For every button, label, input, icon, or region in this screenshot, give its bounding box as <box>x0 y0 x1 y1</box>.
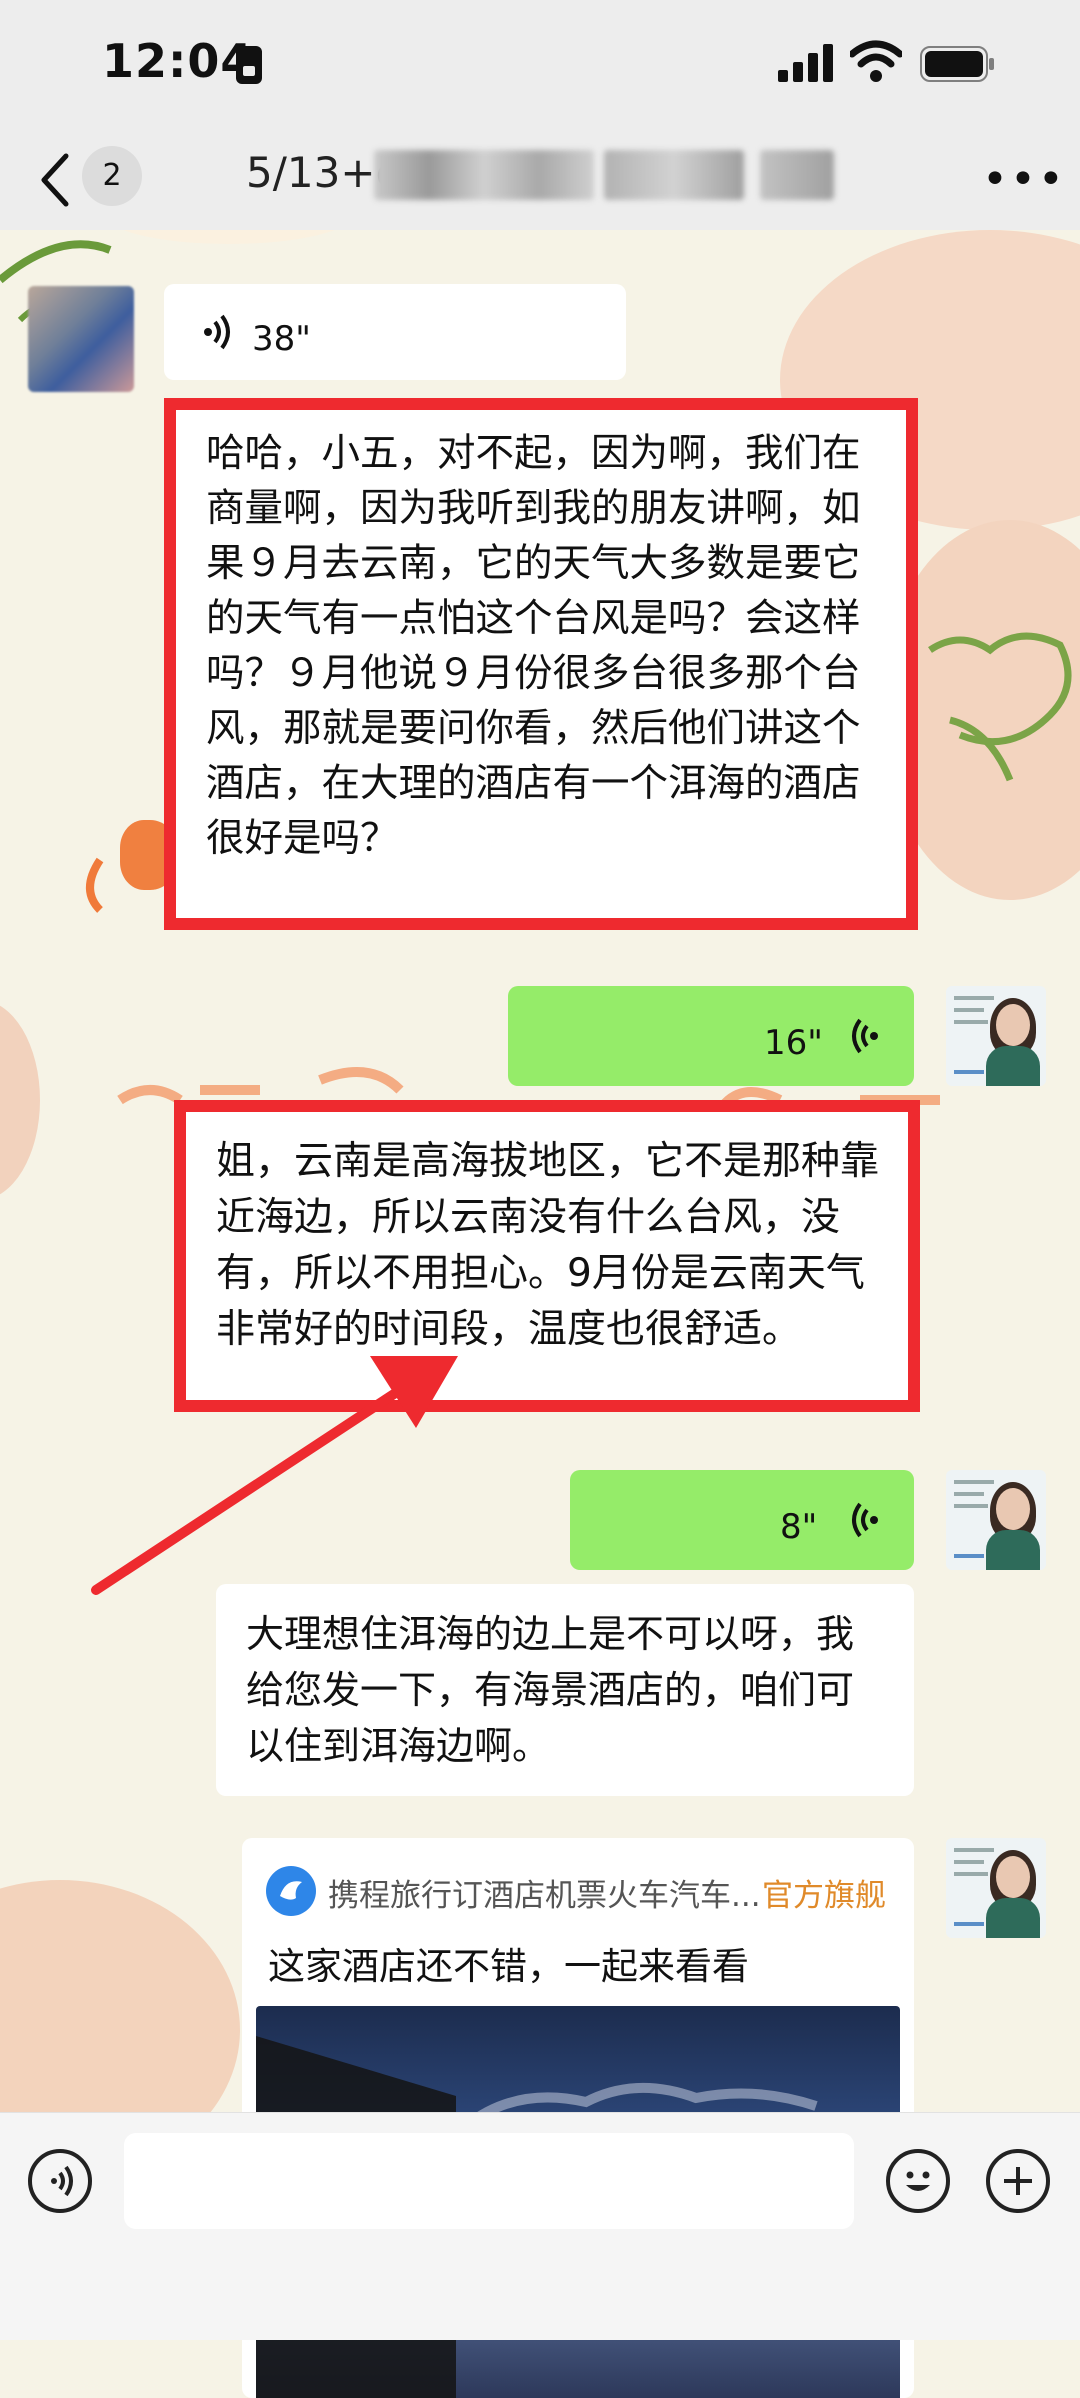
voice-duration: 8" <box>780 1507 818 1547</box>
blurred-title <box>604 150 744 200</box>
chat-header: 2 5/13+c ••• <box>0 130 1080 230</box>
status-bar: 12:04 <box>0 0 1080 130</box>
back-arrow-icon[interactable] <box>34 148 74 212</box>
voice-input-icon[interactable] <box>28 2149 92 2213</box>
contact-avatar[interactable] <box>28 286 134 392</box>
sim-card-icon <box>236 46 262 84</box>
voice-duration: 16" <box>764 1023 823 1063</box>
my-avatar[interactable] <box>946 1470 1046 1570</box>
more-options-button[interactable]: ••• <box>982 154 1064 205</box>
voice-wave-icon <box>852 1502 878 1538</box>
highlighted-incoming-message[interactable]: 哈哈，小五，对不起，因为啊，我们在商量啊，因为我听到我的朋友讲啊，如果９月去云南… <box>164 398 918 930</box>
card-source: 携程旅行订酒店机票火车汽车... <box>328 1878 761 1914</box>
blurred-title <box>760 150 834 200</box>
wifi-icon <box>850 40 902 82</box>
voice-transcription-text[interactable]: 大理想住洱海的边上是不可以呀，我给您发一下，有海景酒店的，咱们可以住到洱海边啊。 <box>216 1584 914 1796</box>
my-avatar[interactable] <box>946 1838 1046 1938</box>
card-title: 这家酒店还不错，一起来看看 <box>268 1945 749 1988</box>
unread-count-badge[interactable]: 2 <box>82 146 142 206</box>
voice-wave-icon <box>852 1018 878 1054</box>
message-text: 哈哈，小五，对不起，因为啊，我们在商量啊，因为我听到我的朋友讲啊，如果９月去云南… <box>206 431 861 861</box>
emoji-icon[interactable] <box>886 2149 950 2213</box>
voice-message-outgoing[interactable]: 16" <box>508 986 914 1086</box>
official-flagship-tag: 官方旗舰 <box>762 1878 886 1914</box>
voice-wave-icon <box>204 314 230 350</box>
message-text: 大理想住洱海的边上是不可以呀，我给您发一下，有海景酒店的，咱们可以住到洱海边啊。 <box>246 1612 855 1768</box>
battery-icon <box>920 46 994 82</box>
message-text: 姐，云南是高海拔地区，它不是那种靠近海边，所以云南没有什么台风，没有，所以不用担… <box>216 1139 880 1352</box>
voice-message-incoming[interactable]: 38" <box>164 284 626 380</box>
blurred-title <box>374 150 594 200</box>
status-time: 12:04 <box>102 34 254 88</box>
voice-message-outgoing[interactable]: 8" <box>570 1470 914 1570</box>
ctrip-logo-icon <box>266 1866 316 1916</box>
add-more-icon[interactable] <box>986 2149 1050 2213</box>
cellular-signal-icon <box>778 44 833 82</box>
message-input[interactable] <box>124 2133 854 2229</box>
message-input-bar <box>0 2112 1080 2340</box>
voice-duration: 38" <box>252 319 311 359</box>
my-avatar[interactable] <box>946 986 1046 1086</box>
highlighted-outgoing-message[interactable]: 姐，云南是高海拔地区，它不是那种靠近海边，所以云南没有什么台风，没有，所以不用担… <box>174 1100 920 1412</box>
